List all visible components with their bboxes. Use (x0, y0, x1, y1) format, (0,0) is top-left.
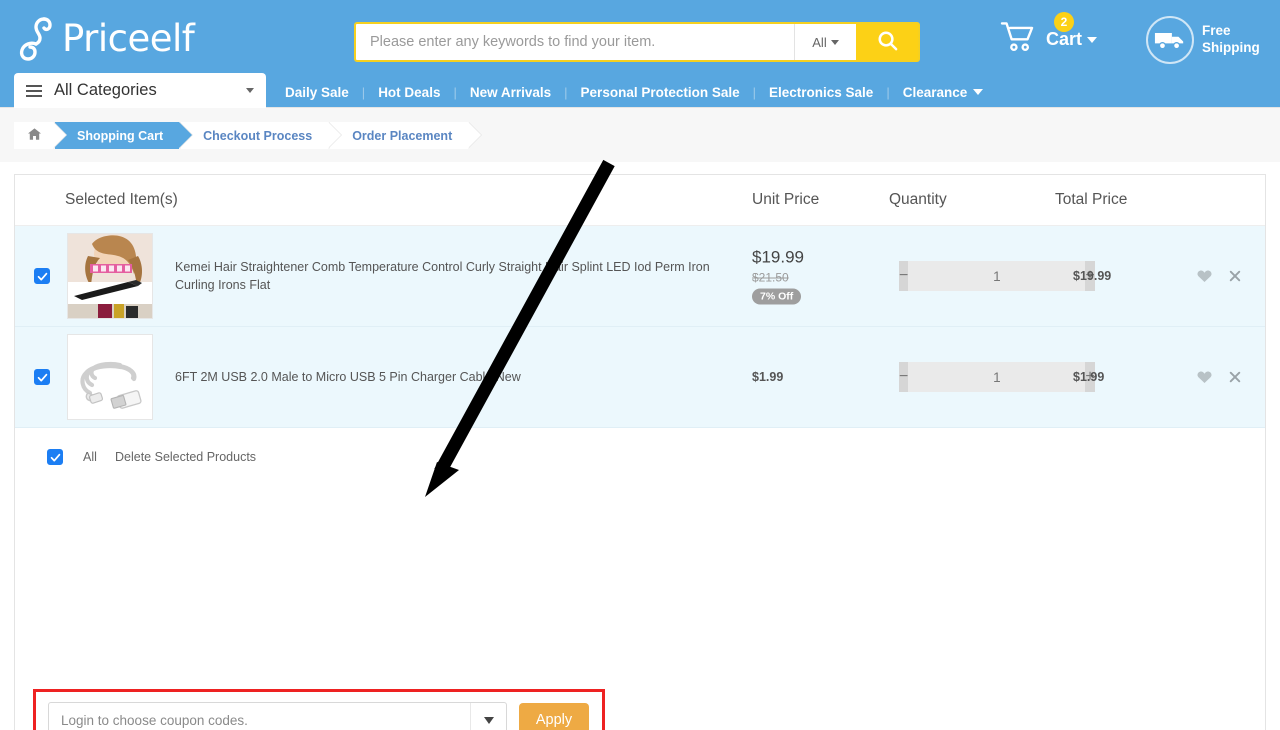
product-thumbnail[interactable] (67, 334, 153, 420)
product-title[interactable]: Kemei Hair Straightener Comb Temperature… (175, 258, 735, 294)
quantity-stepper: − + (899, 362, 1095, 392)
chevron-down-icon (1087, 36, 1098, 43)
column-header-unit-price: Unit Price (752, 191, 820, 208)
elf-swirl-logo-icon (16, 15, 60, 61)
total-price: $19.99 (1073, 269, 1112, 283)
row-actions (1197, 269, 1241, 283)
checkbox-checked-icon (47, 449, 63, 465)
column-header-items: Selected Item(s) (65, 191, 178, 208)
quantity-decrease-button[interactable]: − (899, 261, 909, 291)
breadcrumb-step-shopping-cart[interactable]: Shopping Cart (55, 122, 194, 149)
free-shipping-banner: Free Shipping (1146, 16, 1260, 64)
discount-badge: 7% Off (752, 288, 802, 305)
heart-icon[interactable] (1197, 370, 1212, 384)
total-price: $1.99 (1073, 370, 1105, 384)
search-category-label: All (812, 34, 827, 50)
site-header: Priceelf All 2 Cart (0, 0, 1280, 76)
row-actions (1197, 370, 1241, 384)
coupon-code-dropdown[interactable]: Login to choose coupon codes. (48, 702, 507, 730)
select-all-checkbox[interactable] (47, 449, 63, 465)
nav-link-electronics-sale[interactable]: Electronics Sale (756, 85, 886, 100)
menu-list-icon (26, 84, 42, 97)
magnifier-icon (876, 29, 899, 55)
column-header-quantity: Quantity (889, 191, 947, 208)
delivery-truck-icon (1146, 16, 1194, 64)
original-price: $21.50 (752, 270, 789, 285)
breadcrumb-step-checkout-process[interactable]: Checkout Process (181, 122, 343, 149)
nav-link-new-arrivals[interactable]: New Arrivals (457, 85, 564, 100)
nav-link-daily-sale[interactable]: Daily Sale (272, 85, 362, 100)
chevron-down-icon (830, 39, 839, 45)
apply-coupon-button[interactable]: Apply (519, 703, 589, 730)
chevron-down-icon (973, 89, 984, 95)
cart-table-header: Selected Item(s) Unit Price Quantity Tot… (15, 175, 1265, 226)
all-categories-label: All Categories (54, 81, 157, 99)
select-all-label: All (83, 450, 97, 464)
unit-price-cell: $1.99 (752, 370, 783, 384)
close-x-icon[interactable] (1229, 371, 1241, 383)
nav-link-personal-protection-sale[interactable]: Personal Protection Sale (568, 85, 753, 100)
unit-price-cell: $19.99 $21.50 7% Off (752, 248, 804, 305)
cart-panel: Selected Item(s) Unit Price Quantity Tot… (14, 174, 1266, 730)
nav-link-clearance[interactable]: Clearance (890, 85, 997, 100)
brand-logo[interactable]: Priceelf (16, 14, 195, 62)
delete-selected-products-button[interactable]: Delete Selected Products (115, 450, 256, 464)
cart-label: Cart (1046, 29, 1083, 49)
breadcrumb-home[interactable] (14, 122, 67, 149)
search-input[interactable] (356, 24, 794, 60)
search-category-dropdown[interactable]: All (794, 24, 856, 60)
chevron-down-icon (246, 88, 254, 93)
shipping-line-2: Shipping (1202, 40, 1260, 55)
coupon-section: Login to choose coupon codes. Apply (48, 702, 589, 730)
breadcrumb-step-order-placement[interactable]: Order Placement (330, 122, 483, 149)
chevron-down-icon (470, 703, 506, 730)
all-categories-button[interactable]: All Categories (14, 73, 266, 108)
row-select-checkbox[interactable] (34, 268, 50, 284)
table-row: Kemei Hair Straightener Comb Temperature… (15, 226, 1265, 327)
cart-count-badge: 2 (1054, 12, 1074, 32)
table-row: 6FT 2M USB 2.0 Male to Micro USB 5 Pin C… (15, 327, 1265, 428)
product-title[interactable]: 6FT 2M USB 2.0 Male to Micro USB 5 Pin C… (175, 368, 735, 386)
home-icon (28, 128, 41, 143)
cart-label-wrap: 2 Cart (1046, 12, 1098, 50)
heart-icon[interactable] (1197, 269, 1212, 283)
row-select-checkbox[interactable] (34, 369, 50, 385)
unit-price: $1.99 (752, 370, 784, 384)
quantity-decrease-button[interactable]: − (899, 362, 909, 392)
free-shipping-text: Free Shipping (1202, 23, 1260, 57)
nav-link-hot-deals[interactable]: Hot Deals (365, 85, 453, 100)
breadcrumb: Shopping Cart Checkout Process Order Pla… (14, 122, 483, 149)
shopping-cart-icon (1000, 20, 1038, 59)
search-button[interactable] (856, 24, 918, 60)
product-thumbnail[interactable] (67, 233, 153, 319)
nav-links: Daily Sale | Hot Deals | New Arrivals | … (272, 76, 996, 108)
quantity-input[interactable] (908, 261, 1086, 291)
bulk-actions-bar: All Delete Selected Products (15, 428, 1265, 486)
shipping-line-1: Free (1202, 23, 1231, 39)
nav-link-clearance-label: Clearance (902, 84, 968, 100)
column-header-total-price: Total Price (1055, 191, 1128, 208)
quantity-stepper: − + (899, 261, 1095, 291)
unit-price: $19.99 (752, 247, 804, 267)
cart-menu[interactable]: 2 Cart (1000, 12, 1098, 59)
checkbox-checked-icon (34, 268, 50, 284)
brand-name: Priceelf (62, 16, 195, 60)
close-x-icon[interactable] (1229, 270, 1241, 282)
search-bar: All (354, 22, 920, 62)
quantity-input[interactable] (908, 362, 1086, 392)
coupon-placeholder: Login to choose coupon codes. (61, 712, 248, 728)
checkbox-checked-icon (34, 369, 50, 385)
main-navbar: All Categories Daily Sale | Hot Deals | … (0, 73, 1280, 108)
